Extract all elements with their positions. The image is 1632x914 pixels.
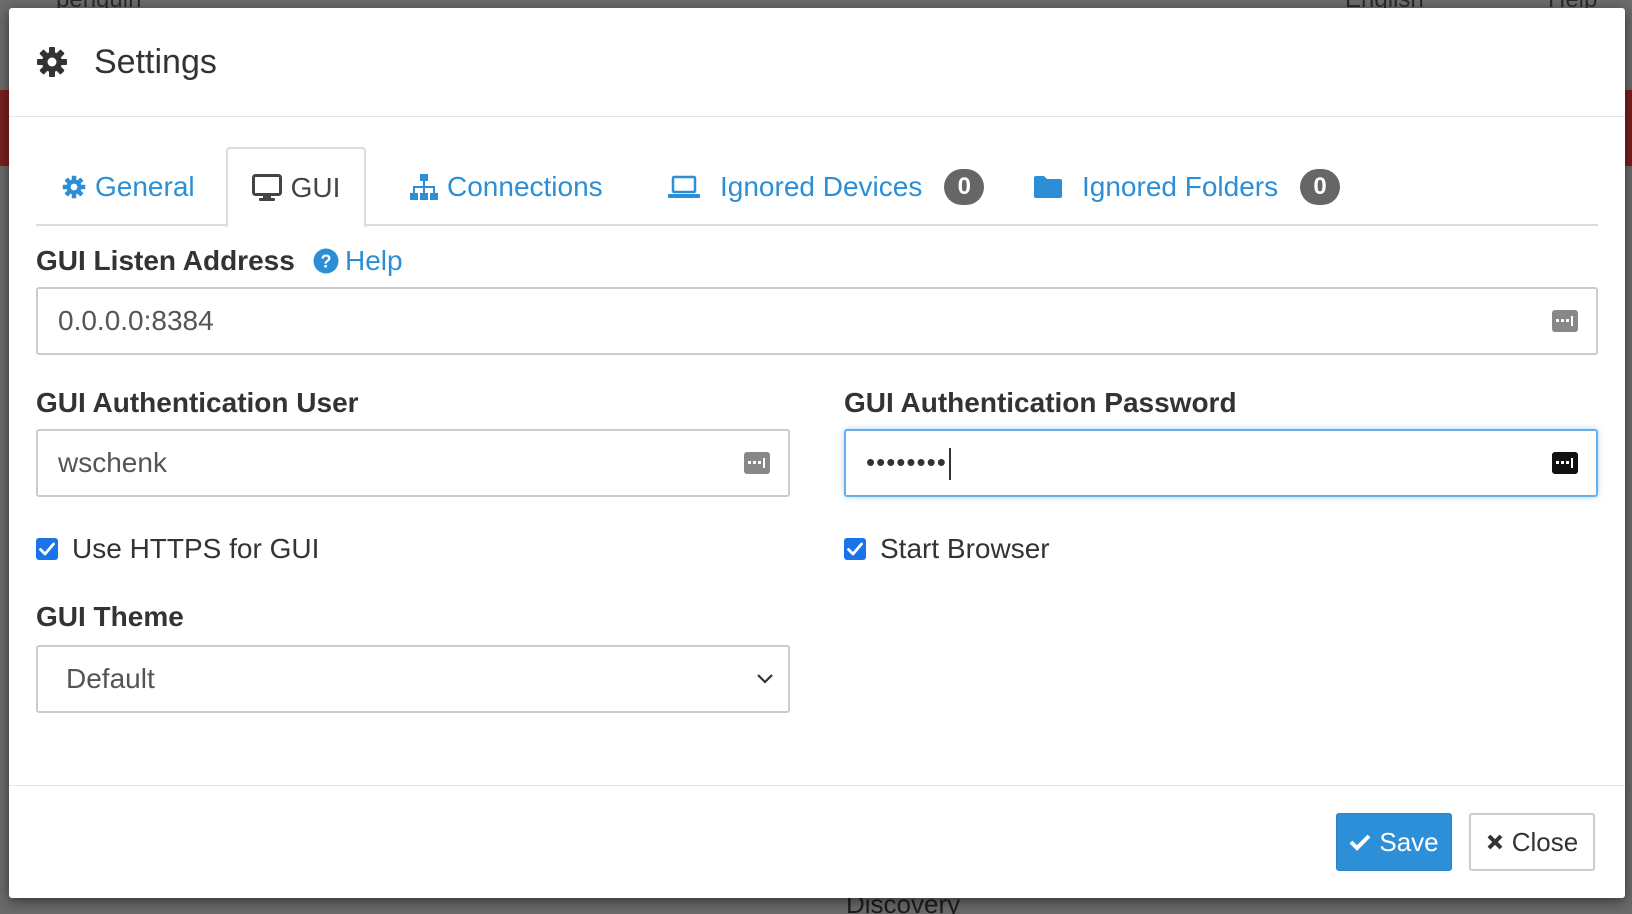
auth-password-value: •••••••• [866, 447, 947, 478]
password-manager-icon[interactable] [1552, 452, 1578, 474]
tab-label: General [95, 170, 195, 202]
gear-icon [62, 175, 86, 199]
settings-tabs: General GUI Connections Ignored Devices [36, 147, 1598, 228]
sitemap-icon [410, 173, 438, 200]
use-https-checkbox[interactable]: Use HTTPS for GUI [36, 533, 319, 565]
auth-user-label: GUI Authentication User [36, 387, 359, 418]
tab-ignored-devices[interactable]: Ignored Devices 0 [668, 147, 985, 226]
password-manager-icon[interactable] [1552, 310, 1578, 332]
help-link[interactable]: ? Help [313, 245, 403, 277]
auth-password-input[interactable]: •••••••• [844, 429, 1598, 497]
tab-label: Ignored Devices [720, 170, 923, 202]
checkbox-checked-icon[interactable] [36, 538, 58, 560]
modal-header: Settings [9, 8, 1625, 117]
theme-select[interactable]: Default [36, 645, 790, 713]
listen-address-value: 0.0.0.0:8384 [58, 305, 214, 336]
text-caret [948, 447, 951, 480]
gear-icon [36, 46, 68, 78]
tab-label: GUI [290, 171, 341, 203]
close-button-label: Close [1511, 826, 1579, 857]
use-https-label: Use HTTPS for GUI [72, 533, 320, 564]
tab-gui[interactable]: GUI [226, 147, 366, 228]
start-browser-checkbox[interactable]: Start Browser [844, 533, 1050, 565]
chevron-down-icon [756, 673, 774, 685]
checkbox-checked-icon[interactable] [844, 538, 866, 560]
save-button[interactable]: Save [1336, 813, 1452, 871]
modal-body: General GUI Connections Ignored Devices [9, 117, 1625, 793]
save-button-label: Save [1379, 826, 1439, 857]
tab-ignored-folders[interactable]: Ignored Folders 0 [1034, 147, 1341, 226]
close-button[interactable]: Close [1469, 813, 1595, 871]
close-icon [1486, 833, 1504, 851]
auth-user-value: wschenk [58, 447, 167, 478]
folder-icon [1034, 175, 1062, 199]
start-browser-label: Start Browser [880, 533, 1050, 564]
tab-label: Connections [447, 170, 603, 202]
settings-modal: Settings General GUI Connections Ignored… [9, 8, 1625, 898]
tab-label: Ignored Folders [1082, 170, 1279, 202]
modal-footer: Save Close [9, 785, 1625, 898]
ignored-folders-count-badge: 0 [1300, 168, 1341, 205]
desktop-icon [251, 173, 282, 202]
listen-address-input[interactable]: 0.0.0.0:8384 [36, 287, 1598, 355]
modal-title: Settings [94, 42, 217, 81]
listen-address-label: GUI Listen Address [36, 245, 295, 276]
theme-selected-value: Default [66, 663, 155, 694]
ignored-devices-count-badge: 0 [944, 168, 985, 205]
password-manager-icon[interactable] [744, 452, 770, 474]
auth-user-input[interactable]: wschenk [36, 429, 790, 497]
help-link-label: Help [345, 245, 403, 276]
check-icon [1349, 833, 1371, 851]
question-circle-icon: ? [313, 248, 339, 274]
svg-text:?: ? [321, 252, 332, 272]
background-alert-strip-right [1624, 90, 1632, 166]
auth-password-label: GUI Authentication Password [844, 387, 1237, 418]
theme-label: GUI Theme [36, 601, 184, 632]
tab-general[interactable]: General [62, 147, 195, 226]
tab-connections[interactable]: Connections [410, 147, 603, 226]
laptop-icon [668, 175, 700, 199]
